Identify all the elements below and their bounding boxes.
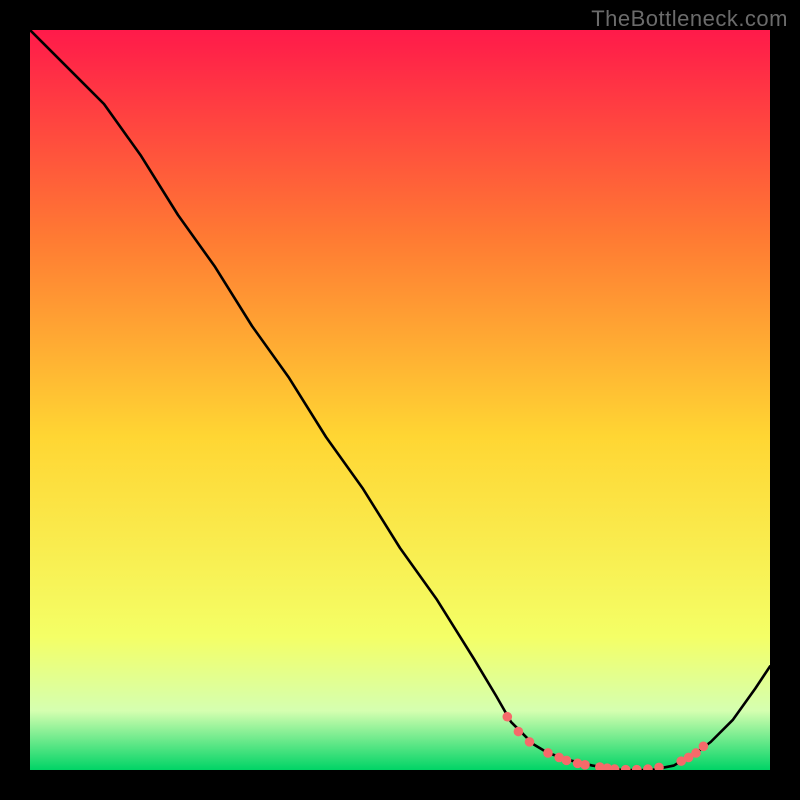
chart-plot-area: [30, 30, 770, 770]
marker-dot: [514, 727, 524, 737]
marker-dot: [699, 742, 709, 752]
chart-svg: [30, 30, 770, 770]
chart-frame: TheBottleneck.com: [0, 0, 800, 800]
marker-dot: [525, 737, 535, 747]
marker-dot: [503, 712, 513, 722]
watermark-text: TheBottleneck.com: [591, 6, 788, 32]
marker-dot: [580, 760, 590, 770]
marker-dot: [543, 748, 553, 758]
gradient-background: [30, 30, 770, 770]
marker-dot: [691, 748, 701, 758]
marker-dot: [562, 756, 572, 766]
